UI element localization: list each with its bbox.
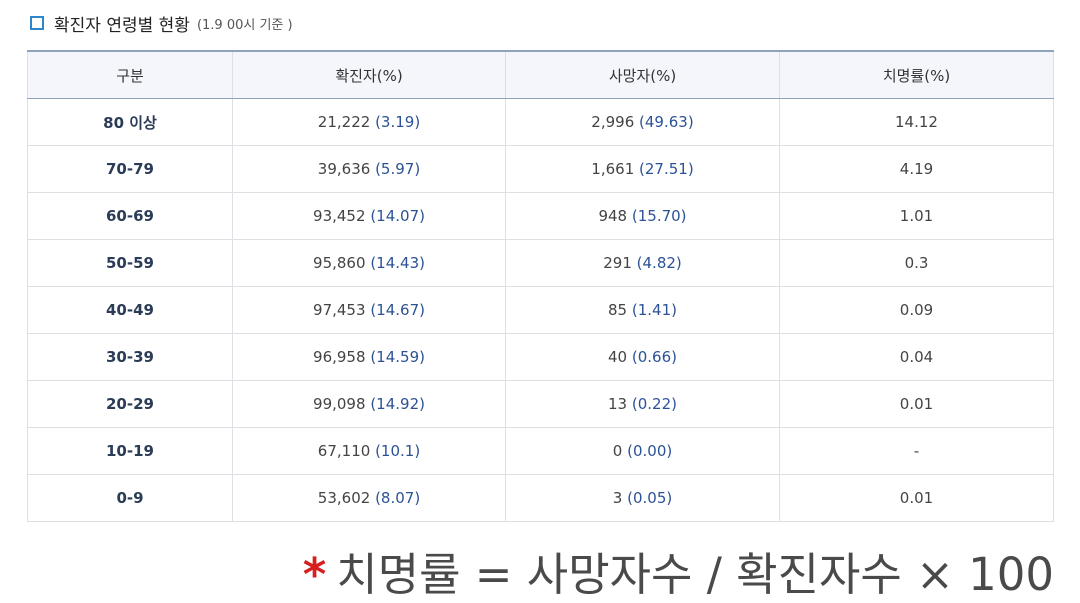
- section-subtitle: (1.9 00시 기준 ): [196, 17, 293, 33]
- cases-count: 21,222: [317, 113, 371, 131]
- age-group-cell: 70-79: [27, 145, 233, 193]
- age-group-cell: 20-29: [27, 380, 233, 428]
- deaths-percent: (0.00): [627, 442, 673, 460]
- deaths-cell: 1,661 (27.51): [505, 145, 780, 193]
- cases-count: 99,098: [313, 395, 366, 413]
- fatality-rate-cell: -: [779, 427, 1054, 475]
- cases-cell: 39,636 (5.97): [232, 145, 506, 193]
- age-group-cell: 0-9: [27, 474, 233, 522]
- header-category: 구분: [27, 50, 233, 99]
- cases-percent: (8.07): [375, 489, 421, 507]
- cases-percent: (5.97): [375, 160, 421, 178]
- footnote-star: *: [302, 548, 327, 601]
- deaths-cell: 40 (0.66): [505, 333, 780, 381]
- fatality-rate-footnote: * 치명률 = 사망자수 / 확진자수 × 100: [303, 538, 1054, 603]
- deaths-percent: (4.82): [636, 254, 682, 272]
- deaths-percent: (27.51): [639, 160, 694, 178]
- deaths-count: 948: [598, 207, 628, 225]
- deaths-count: 2,996: [591, 113, 635, 131]
- deaths-count: 40: [608, 348, 628, 366]
- table-row: 70-79 39,636 (5.97) 1,661 (27.51) 4.19: [27, 145, 1054, 193]
- deaths-count: 1,661: [591, 160, 635, 178]
- fatality-rate-cell: 14.12: [779, 98, 1054, 146]
- age-group-cell: 80 이상: [27, 98, 233, 146]
- table-row: 20-29 99,098 (14.92) 13 (0.22) 0.01: [27, 380, 1054, 428]
- cases-count: 95,860: [313, 254, 366, 272]
- cases-count: 93,452: [313, 207, 366, 225]
- age-stats-table: 구분 확진자(%) 사망자(%) 치명률(%) 80 이상 21,222 (3.1…: [27, 50, 1054, 522]
- cases-percent: (14.67): [370, 301, 425, 319]
- table-row: 50-59 95,860 (14.43) 291 (4.82) 0.3: [27, 239, 1054, 287]
- table-row: 10-19 67,110 (10.1) 0 (0.00) -: [27, 427, 1054, 475]
- deaths-cell: 85 (1.41): [505, 286, 780, 334]
- table-row: 0-9 53,602 (8.07) 3 (0.05) 0.01: [27, 474, 1054, 522]
- age-group-cell: 40-49: [27, 286, 233, 334]
- cases-count: 39,636: [317, 160, 371, 178]
- deaths-cell: 13 (0.22): [505, 380, 780, 428]
- table-header-row: 구분 확진자(%) 사망자(%) 치명률(%): [27, 50, 1054, 99]
- cases-count: 96,958: [313, 348, 366, 366]
- square-bullet-icon: [30, 16, 44, 30]
- cases-cell: 67,110 (10.1): [232, 427, 506, 475]
- cases-cell: 21,222 (3.19): [232, 98, 506, 146]
- deaths-percent: (49.63): [639, 113, 694, 131]
- deaths-cell: 3 (0.05): [505, 474, 780, 522]
- age-group-cell: 60-69: [27, 192, 233, 240]
- deaths-percent: (15.70): [631, 207, 687, 225]
- deaths-count: 85: [608, 301, 628, 319]
- cases-percent: (3.19): [375, 113, 421, 131]
- cases-percent: (14.07): [370, 207, 425, 225]
- fatality-rate-cell: 0.01: [779, 474, 1054, 522]
- cases-percent: (14.43): [370, 254, 425, 272]
- deaths-percent: (0.05): [627, 489, 673, 507]
- age-group-cell: 30-39: [27, 333, 233, 381]
- age-group-cell: 10-19: [27, 427, 233, 475]
- table-row: 30-39 96,958 (14.59) 40 (0.66) 0.04: [27, 333, 1054, 381]
- cases-cell: 96,958 (14.59): [232, 333, 506, 381]
- cases-count: 97,453: [313, 301, 366, 319]
- age-group-cell: 50-59: [27, 239, 233, 287]
- cases-percent: (14.92): [370, 395, 425, 413]
- cases-cell: 95,860 (14.43): [232, 239, 506, 287]
- header-fatality-rate: 치명률(%): [779, 50, 1054, 99]
- deaths-count: 3: [612, 489, 623, 507]
- deaths-cell: 0 (0.00): [505, 427, 780, 475]
- fatality-rate-cell: 0.3: [779, 239, 1054, 287]
- deaths-percent: (0.66): [631, 348, 677, 366]
- fatality-rate-cell: 4.19: [779, 145, 1054, 193]
- deaths-count: 291: [603, 254, 632, 272]
- header-cases: 확진자(%): [232, 50, 506, 99]
- table-row: 60-69 93,452 (14.07) 948 (15.70) 1.01: [27, 192, 1054, 240]
- deaths-count: 13: [608, 395, 628, 413]
- table-row: 80 이상 21,222 (3.19) 2,996 (49.63) 14.12: [27, 98, 1054, 146]
- deaths-cell: 948 (15.70): [505, 192, 780, 240]
- footnote-formula: 치명률 = 사망자수 / 확진자수 × 100: [336, 548, 1054, 601]
- header-deaths: 사망자(%): [505, 50, 780, 99]
- fatality-rate-cell: 1.01: [779, 192, 1054, 240]
- cases-cell: 93,452 (14.07): [232, 192, 506, 240]
- deaths-count: 0: [612, 442, 623, 460]
- cases-cell: 97,453 (14.67): [232, 286, 506, 334]
- fatality-rate-cell: 0.09: [779, 286, 1054, 334]
- section-title: 확진자 연령별 현황: [54, 15, 190, 36]
- fatality-rate-cell: 0.01: [779, 380, 1054, 428]
- fatality-rate-cell: 0.04: [779, 333, 1054, 381]
- cases-percent: (10.1): [375, 442, 421, 460]
- cases-percent: (14.59): [370, 348, 425, 366]
- deaths-percent: (0.22): [631, 395, 677, 413]
- deaths-cell: 291 (4.82): [505, 239, 780, 287]
- cases-count: 67,110: [317, 442, 371, 460]
- cases-cell: 53,602 (8.07): [232, 474, 506, 522]
- deaths-cell: 2,996 (49.63): [505, 98, 780, 146]
- deaths-percent: (1.41): [631, 301, 677, 319]
- cases-count: 53,602: [317, 489, 371, 507]
- cases-cell: 99,098 (14.92): [232, 380, 506, 428]
- table-row: 40-49 97,453 (14.67) 85 (1.41) 0.09: [27, 286, 1054, 334]
- section-heading: 확진자 연령별 현황 (1.9 00시 기준 ): [30, 8, 293, 38]
